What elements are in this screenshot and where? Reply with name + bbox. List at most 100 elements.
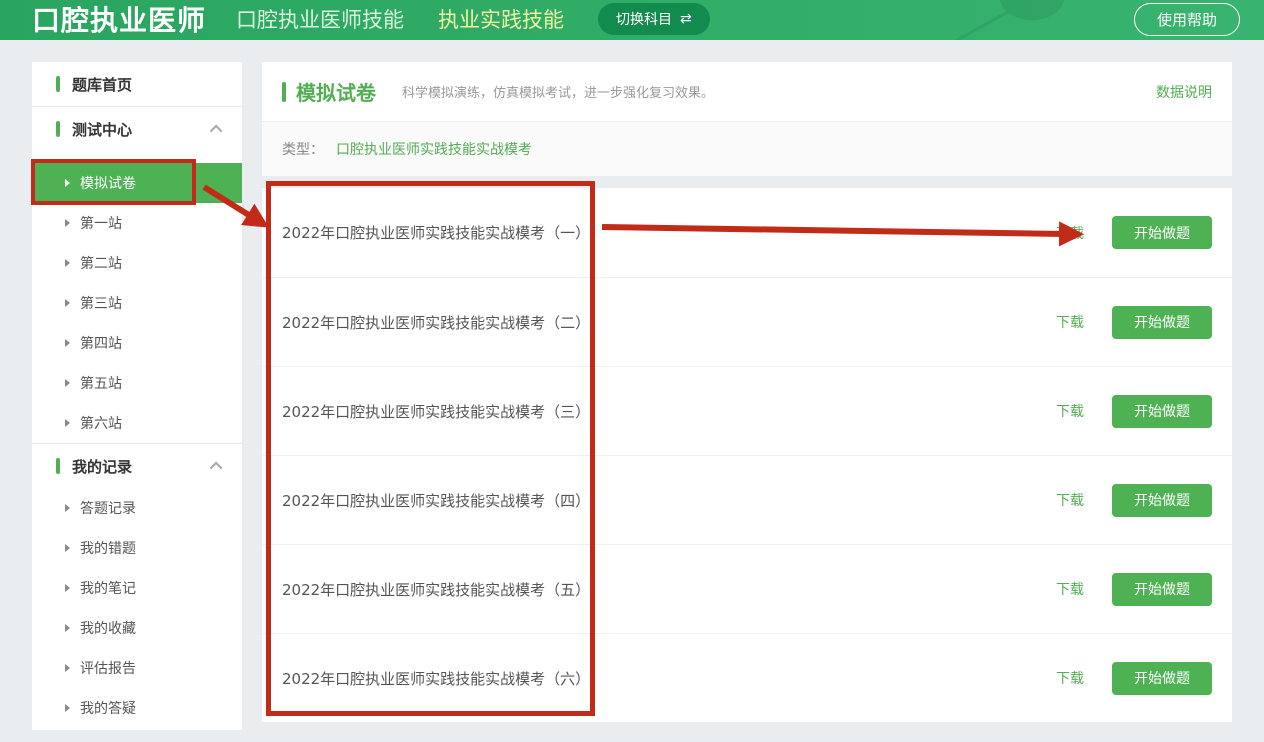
sidebar-item-label: 模拟试卷	[80, 173, 136, 193]
sidebar-item-label: 第五站	[80, 373, 122, 393]
table-row: 2022年口腔执业医师实践技能实战模考（一） 下载 开始做题	[262, 188, 1232, 277]
start-exam-button[interactable]: 开始做题	[1112, 306, 1212, 339]
row-actions: 下载 开始做题	[1056, 306, 1212, 339]
table-row: 2022年口腔执业医师实践技能实战模考（五） 下载 开始做题	[262, 544, 1232, 633]
sidebar-item-label: 第一站	[80, 213, 122, 233]
sidebar-item-label: 第六站	[80, 413, 122, 433]
download-link[interactable]: 下载	[1056, 490, 1084, 510]
triangle-right-icon	[65, 339, 70, 347]
table-row: 2022年口腔执业医师实践技能实战模考（六） 下载 开始做题	[262, 633, 1232, 722]
download-link[interactable]: 下载	[1056, 668, 1084, 688]
green-bar-icon	[56, 121, 60, 137]
swap-arrows-icon: ⇄	[680, 11, 692, 27]
sidebar-item-label: 评估报告	[80, 658, 136, 678]
type-filter-value[interactable]: 口腔执业医师实践技能实战模考	[336, 139, 532, 159]
sidebar-item[interactable]: 我的错题	[32, 528, 242, 568]
start-exam-button[interactable]: 开始做题	[1112, 662, 1212, 695]
row-actions: 下载 开始做题	[1056, 395, 1212, 428]
triangle-right-icon	[65, 584, 70, 592]
sidebar-section[interactable]: 题库首页	[32, 62, 242, 106]
sidebar-section-label: 题库首页	[72, 74, 132, 95]
sidebar-item-label: 第二站	[80, 253, 122, 273]
triangle-right-icon	[65, 299, 70, 307]
start-exam-button[interactable]: 开始做题	[1112, 216, 1212, 249]
sidebar-item[interactable]: 我的收藏	[32, 608, 242, 648]
sidebar-item-label: 我的笔记	[80, 578, 136, 598]
type-filter-row: 类型： 口腔执业医师实践技能实战模考	[262, 122, 1232, 176]
sidebar-item[interactable]: 第三站	[32, 283, 242, 323]
start-exam-button[interactable]: 开始做题	[1112, 484, 1212, 517]
top-header: 口腔执业医师 口腔执业医师技能 执业实践技能 切换科目 ⇄ 使用帮助	[0, 0, 1264, 40]
sidebar-section[interactable]: 我的记录	[32, 444, 242, 488]
exam-list: 2022年口腔执业医师实践技能实战模考（一） 下载 开始做题 2022年口腔执业…	[262, 188, 1232, 722]
sidebar-section[interactable]: 测试中心	[32, 107, 242, 151]
switch-subject-button[interactable]: 切换科目 ⇄	[598, 3, 710, 35]
page-subtitle: 科学模拟演练，仿真模拟考试，进一步强化复习效果。	[402, 82, 714, 101]
switch-subject-label: 切换科目	[616, 9, 672, 29]
start-exam-button[interactable]: 开始做题	[1112, 573, 1212, 606]
download-link[interactable]: 下载	[1056, 401, 1084, 421]
sidebar-item-label: 答题记录	[80, 498, 136, 518]
sidebar-section-label: 我的记录	[72, 456, 132, 477]
sidebar-item-label: 第三站	[80, 293, 122, 313]
row-actions: 下载 开始做题	[1056, 216, 1212, 249]
type-filter-label: 类型：	[282, 139, 324, 159]
data-note-link[interactable]: 数据说明	[1156, 82, 1212, 102]
sidebar-item[interactable]: 我的笔记	[32, 568, 242, 608]
triangle-right-icon	[65, 219, 70, 227]
main-content: 模拟试卷 科学模拟演练，仿真模拟考试，进一步强化复习效果。 数据说明 类型： 口…	[262, 62, 1232, 722]
row-actions: 下载 开始做题	[1056, 662, 1212, 695]
table-row: 2022年口腔执业医师实践技能实战模考（四） 下载 开始做题	[262, 455, 1232, 544]
triangle-right-icon	[65, 704, 70, 712]
chevron-up-icon[interactable]	[210, 124, 223, 137]
triangle-right-icon	[65, 379, 70, 387]
help-button[interactable]: 使用帮助	[1134, 3, 1240, 36]
download-link[interactable]: 下载	[1056, 223, 1084, 243]
nav-item-practice-skill[interactable]: 执业实践技能	[438, 4, 564, 34]
row-actions: 下载 开始做题	[1056, 573, 1212, 606]
download-link[interactable]: 下载	[1056, 312, 1084, 332]
sidebar-item-label: 我的答疑	[80, 698, 136, 718]
sidebar: 题库首页 测试中心 模拟试卷 第一站 第二站 第三站 第四站 第五站 第六站 我…	[32, 62, 242, 730]
triangle-right-icon	[65, 544, 70, 552]
exam-title: 2022年口腔执业医师实践技能实战模考（四）	[282, 490, 590, 511]
sidebar-section-label: 测试中心	[72, 119, 132, 140]
triangle-right-icon	[65, 504, 70, 512]
table-row: 2022年口腔执业医师实践技能实战模考（三） 下载 开始做题	[262, 366, 1232, 455]
sidebar-item[interactable]: 第四站	[32, 323, 242, 363]
sidebar-item[interactable]: 评估报告	[32, 648, 242, 688]
table-row: 2022年口腔执业医师实践技能实战模考（二） 下载 开始做题	[262, 277, 1232, 366]
section-header-panel: 模拟试卷 科学模拟演练，仿真模拟考试，进一步强化复习效果。 数据说明 类型： 口…	[262, 62, 1232, 176]
panel-gap	[262, 176, 1232, 188]
sidebar-item[interactable]: 第二站	[32, 243, 242, 283]
exam-title: 2022年口腔执业医师实践技能实战模考（三）	[282, 401, 590, 422]
exam-title: 2022年口腔执业医师实践技能实战模考（二）	[282, 312, 590, 333]
sidebar-item-label: 我的收藏	[80, 618, 136, 638]
nav-item-skill-exam[interactable]: 口腔执业医师技能	[236, 4, 404, 34]
start-exam-button[interactable]: 开始做题	[1112, 395, 1212, 428]
sidebar-item-label: 第四站	[80, 333, 122, 353]
chevron-up-icon[interactable]	[210, 461, 223, 474]
sidebar-item[interactable]: 第一站	[32, 203, 242, 243]
triangle-right-icon	[65, 624, 70, 632]
triangle-right-icon	[65, 259, 70, 267]
green-bar-icon	[56, 76, 60, 92]
row-actions: 下载 开始做题	[1056, 484, 1212, 517]
green-bar-icon	[282, 82, 286, 102]
sidebar-item[interactable]: 第五站	[32, 363, 242, 403]
sidebar-item-label: 我的错题	[80, 538, 136, 558]
header-nav: 口腔执业医师技能 执业实践技能	[236, 4, 564, 34]
sidebar-item[interactable]: 模拟试卷	[32, 163, 242, 203]
sidebar-item[interactable]: 第六站	[32, 403, 242, 443]
exam-title: 2022年口腔执业医师实践技能实战模考（一）	[282, 222, 590, 243]
sidebar-item[interactable]: 我的答疑	[32, 688, 242, 728]
triangle-right-icon	[65, 419, 70, 427]
brand-title: 口腔执业医师	[32, 0, 206, 39]
exam-title: 2022年口腔执业医师实践技能实战模考（六）	[282, 668, 590, 689]
triangle-right-icon	[65, 664, 70, 672]
green-bar-icon	[56, 458, 60, 474]
download-link[interactable]: 下载	[1056, 579, 1084, 599]
triangle-right-icon	[65, 179, 70, 187]
exam-title: 2022年口腔执业医师实践技能实战模考（五）	[282, 579, 590, 600]
sidebar-item[interactable]: 答题记录	[32, 488, 242, 528]
